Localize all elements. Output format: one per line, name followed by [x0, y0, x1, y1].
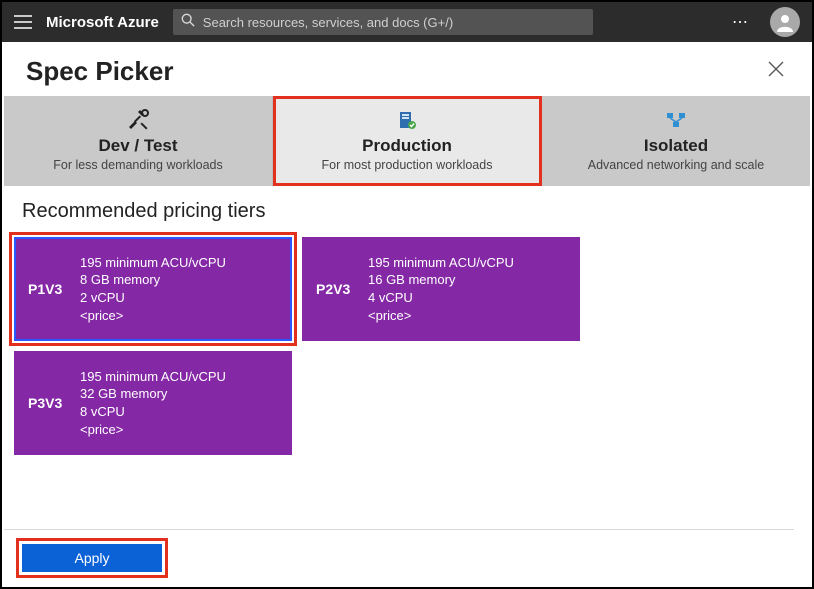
page-header: Spec Picker	[2, 42, 812, 97]
tier-acu: 195 minimum ACU/vCPU	[368, 254, 514, 272]
tools-icon	[12, 108, 264, 132]
brand-label: Microsoft Azure	[46, 14, 159, 31]
search-input[interactable]	[203, 15, 585, 30]
tab-subtitle: For most production workloads	[281, 158, 533, 172]
apply-button[interactable]: Apply	[22, 544, 162, 572]
tab-title: Isolated	[550, 136, 802, 156]
tier-name: P3V3	[28, 395, 80, 411]
content-scroll[interactable]: Dev / Test For less demanding workloads …	[4, 96, 810, 585]
footer-bar: Apply	[4, 529, 794, 585]
tier-acu: 195 minimum ACU/vCPU	[80, 254, 226, 272]
page-title: Spec Picker	[26, 56, 173, 87]
tier-vcpu: 8 vCPU	[80, 403, 226, 421]
tier-specs: 195 minimum ACU/vCPU 8 GB memory 2 vCPU …	[80, 254, 226, 324]
tier-card-p2v3[interactable]: P2V3 195 minimum ACU/vCPU 16 GB memory 4…	[302, 237, 580, 341]
section-title: Recommended pricing tiers	[22, 200, 792, 223]
tier-card-p3v3[interactable]: P3V3 195 minimum ACU/vCPU 32 GB memory 8…	[14, 351, 292, 455]
tab-subtitle: Advanced networking and scale	[550, 158, 802, 172]
tier-memory: 16 GB memory	[368, 271, 514, 289]
tier-cards: P1V3 195 minimum ACU/vCPU 8 GB memory 2 …	[4, 237, 810, 475]
tier-acu: 195 minimum ACU/vCPU	[80, 368, 226, 386]
tier-name: P2V3	[316, 281, 368, 297]
tier-memory: 32 GB memory	[80, 385, 226, 403]
menu-icon[interactable]	[14, 15, 32, 29]
tier-specs: 195 minimum ACU/vCPU 32 GB memory 8 vCPU…	[80, 368, 226, 438]
more-icon[interactable]: ⋯	[726, 12, 756, 32]
tier-vcpu: 4 vCPU	[368, 289, 514, 307]
tier-price: <price>	[80, 307, 226, 325]
app-frame: Microsoft Azure ⋯ Spec Picker Dev / Te	[0, 0, 814, 589]
global-search[interactable]	[173, 9, 593, 35]
search-icon	[181, 13, 195, 32]
user-avatar[interactable]	[770, 7, 800, 37]
close-icon[interactable]	[764, 57, 788, 86]
tab-dev-test[interactable]: Dev / Test For less demanding workloads	[4, 96, 273, 186]
tier-card-p1v3[interactable]: P1V3 195 minimum ACU/vCPU 8 GB memory 2 …	[14, 237, 292, 341]
tier-specs: 195 minimum ACU/vCPU 16 GB memory 4 vCPU…	[368, 254, 514, 324]
tier-vcpu: 2 vCPU	[80, 289, 226, 307]
tab-isolated[interactable]: Isolated Advanced networking and scale	[542, 96, 810, 186]
tier-price: <price>	[80, 421, 226, 439]
server-icon	[281, 108, 533, 132]
workload-tabs: Dev / Test For less demanding workloads …	[4, 96, 810, 186]
network-icon	[550, 108, 802, 132]
tab-title: Production	[281, 136, 533, 156]
tab-title: Dev / Test	[12, 136, 264, 156]
tier-price: <price>	[368, 307, 514, 325]
apply-wrap: Apply	[22, 544, 162, 572]
tier-name: P1V3	[28, 281, 80, 297]
recommended-section: Recommended pricing tiers	[4, 186, 810, 237]
tier-memory: 8 GB memory	[80, 271, 226, 289]
tab-production[interactable]: Production For most production workloads	[273, 96, 542, 186]
tab-subtitle: For less demanding workloads	[12, 158, 264, 172]
global-header: Microsoft Azure ⋯	[2, 2, 812, 42]
